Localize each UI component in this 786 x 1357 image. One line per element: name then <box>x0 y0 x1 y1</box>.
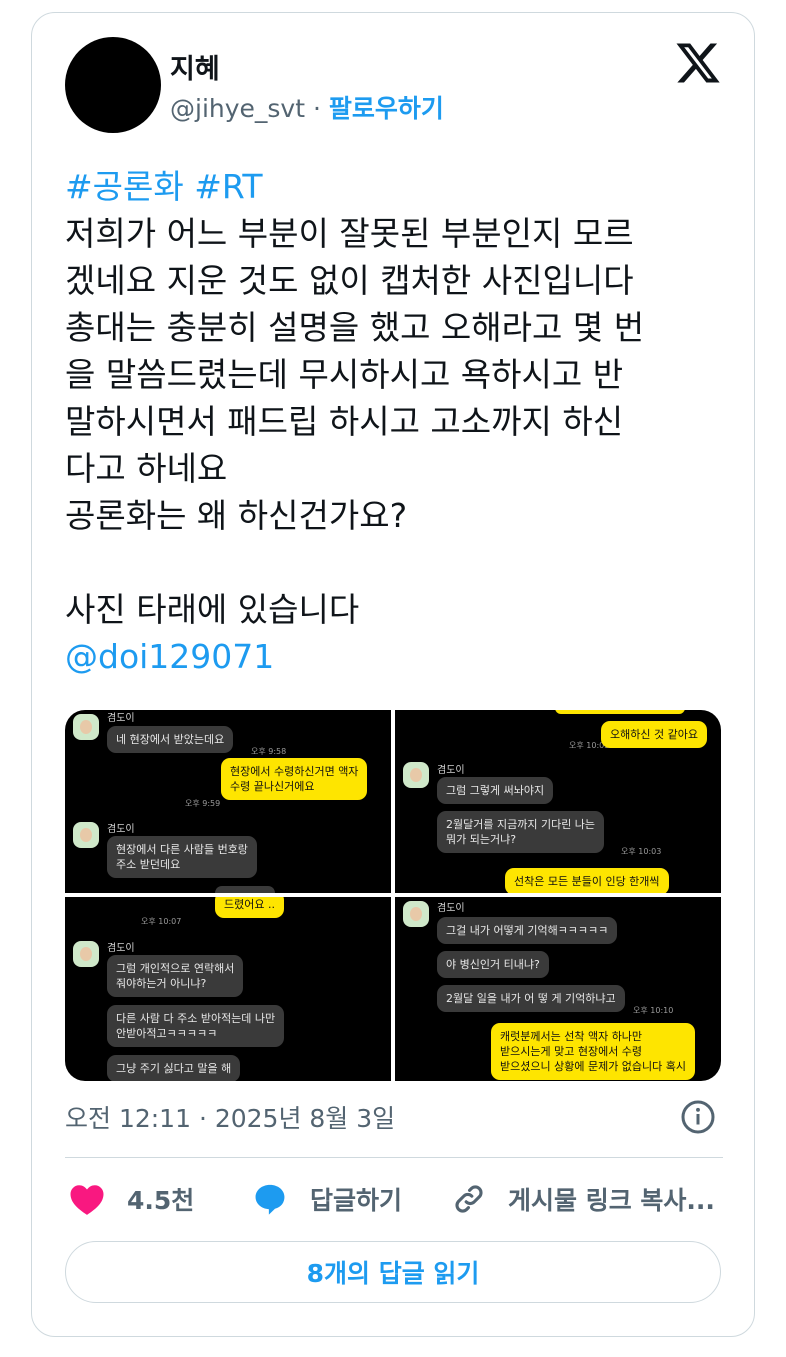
chat-bubble: 2월달 일을 내가 어 떻 게 기억하냐고 <box>437 985 625 1012</box>
x-logo-icon[interactable] <box>674 39 722 87</box>
bubble-line: 주소 받던데요 <box>116 858 181 871</box>
tweet-line: 총대는 충분히 설명을 했고 오해라고 몇 번 <box>65 308 645 347</box>
bubble-line: 뭐가 되는거냐? <box>446 833 517 846</box>
hashtags[interactable]: #공론화 #RT <box>65 163 725 210</box>
author-handle[interactable]: @jihye_svt <box>170 94 305 123</box>
divider <box>65 1157 723 1158</box>
tweet-text: #공론화 #RT 저희가 어느 부분이 잘못된 부분인지 모르 겠네요 지운 것… <box>65 163 725 680</box>
chat-bubble-mine: 캐럿분께서는 선착 액자 하나만 받으시는게 맞고 현장에서 수령 받으셨으니 … <box>491 1023 696 1080</box>
chat-bubble: 그럼 개인적으로 연락해서 줘야하는거 아니냐? <box>107 955 244 997</box>
chat-bubble-mine: 현장에서 수령하신거면 액자 수령 끝나신거에요 <box>221 758 368 800</box>
reply-label: 답글하기 <box>310 1186 403 1215</box>
chat-bubble: 네 현장에서 받았는데요 <box>107 726 234 753</box>
profile-picture <box>403 901 429 927</box>
chat-bubble-mine: 드렸어요 .. <box>215 897 284 918</box>
mention-link[interactable]: @doi129071 <box>65 633 725 680</box>
reply-button[interactable]: 답글하기 <box>252 1179 402 1219</box>
chat-time: 오후 9:59 <box>185 799 221 808</box>
chat-bubble: 야 병신인거 티내냐? <box>437 951 549 978</box>
chat-time: 오후 10:03 <box>621 847 662 856</box>
tweet-line: 다고 하네요 <box>65 449 228 488</box>
chat-time: 오후 10:10 <box>633 1006 674 1015</box>
chat-bubble: 그걸 내가 어떻게 기억해ㅋㅋㅋㅋㅋ <box>437 917 618 944</box>
copy-link-label: 게시물 링크 복사... <box>508 1186 715 1215</box>
author-handle-row: @jihye_svt · 팔로우하기 <box>170 89 444 125</box>
chat-time: 오후 9:58 <box>251 747 287 756</box>
heart-icon <box>70 1185 104 1215</box>
speech-bubble-icon <box>255 1184 285 1215</box>
chat-screenshot-2[interactable]: 오후 10:03 오해하신 것 같아요 겸도이 그럼 그렇게 써놔야지 2월달거… <box>395 710 721 893</box>
sender-name: 겸도이 <box>437 903 465 914</box>
sender-name: 겸도이 <box>107 713 135 724</box>
sender-name: 겸도이 <box>437 765 465 776</box>
chat-bubble: 그럼 그렇게 써놔야지 <box>437 777 554 804</box>
tweet-card: 지혜 @jihye_svt · 팔로우하기 #공론화 #RT 저희가 어느 부분… <box>31 12 755 1337</box>
bubble-line: 캐럿분께서는 선착 액자 하나만 <box>500 1030 643 1043</box>
author-name[interactable]: 지혜 <box>170 47 220 86</box>
profile-picture <box>403 762 429 788</box>
sender-name: 겸도이 <box>107 943 135 954</box>
bubble-line: 받으셨으니 상황에 문제가 없습니다 혹시 <box>500 1060 687 1073</box>
bubble-line: 받으시는게 맞고 현장에서 수령 <box>500 1045 643 1058</box>
chat-bubble: 다른 사람 다 주소 받아적는데 나만 안받아적고ㅋㅋㅋㅋㅋ <box>107 1005 285 1047</box>
chat-screenshot-4[interactable]: 겸도이 그걸 내가 어떻게 기억해ㅋㅋㅋㅋㅋ 야 병신인거 티내냐? 2월달 일… <box>395 897 721 1081</box>
bubble-line: 안받아적고ㅋㅋㅋㅋㅋ <box>116 1027 218 1040</box>
bubble-line: 현장에서 다른 사람들 번호랑 <box>116 843 248 856</box>
tweet-line: 을 말씀드렸는데 무시하시고 욕하시고 반 <box>65 355 624 394</box>
info-icon[interactable] <box>680 1099 716 1135</box>
profile-picture <box>73 714 99 740</box>
bubble-line: 다른 사람 다 주소 받아적는데 나만 <box>116 1012 276 1025</box>
sender-name: 겸도이 <box>107 824 135 835</box>
copy-link-button[interactable]: 게시물 링크 복사... <box>452 1179 715 1219</box>
like-count: 4.5천 <box>127 1186 195 1215</box>
chat-bubble: 현장에서 다른 사람들 번호랑 주소 받던데요 <box>107 836 257 878</box>
chat-bubble: 2월달거를 지금까지 기다린 나는 뭐가 되는거냐? <box>437 811 605 853</box>
chat-bubble-partial <box>215 886 275 893</box>
profile-picture <box>73 822 99 848</box>
tweet-line: 말하시면서 패드립 하시고 고소까지 하신 <box>65 402 624 441</box>
chat-screenshot-3[interactable]: 드렸어요 .. 오후 10:07 겸도이 그럼 개인적으로 연락해서 줘야하는거… <box>65 897 391 1081</box>
chat-bubble-mine: 오해하신 것 같아요 <box>601 721 707 748</box>
read-replies-button[interactable]: 8개의 답글 읽기 <box>65 1241 721 1303</box>
tweet-line: 겠네요 지운 것도 없이 캡처한 사진입니다 <box>65 261 634 300</box>
chat-screenshot-1[interactable]: 겸도이 네 현장에서 받았는데요 오후 9:58 현장에서 수령하신거면 액자 … <box>65 710 391 893</box>
bubble-line: 그럼 개인적으로 연락해서 <box>116 962 235 975</box>
link-icon <box>455 1185 483 1213</box>
bubble-line: 수령 끝나신거에요 <box>230 780 315 793</box>
chat-bubble-mine: 선착은 모든 분들이 인당 한개씩 <box>505 868 669 893</box>
bubble-line: 2월달거를 지금까지 기다린 나는 <box>446 818 596 831</box>
tweet-line: 저희가 어느 부분이 잘못된 부분인지 모르 <box>65 214 634 253</box>
follow-button[interactable]: 팔로우하기 <box>329 94 444 123</box>
bubble-line: 줘야하는거 아니냐? <box>116 977 207 990</box>
timestamp[interactable]: 오전 12:11 · 2025년 8월 3일 <box>65 1099 395 1135</box>
like-button[interactable]: 4.5천 <box>69 1179 194 1219</box>
avatar[interactable] <box>65 37 161 133</box>
tweet-line: 공론화는 왜 하신건가요? <box>65 496 408 535</box>
bubble-line: 현장에서 수령하신거면 액자 <box>230 765 359 778</box>
chat-bubble: 그냥 주기 싫다고 말을 해 <box>107 1055 241 1081</box>
chat-bubble-partial <box>555 710 685 714</box>
tweet-line: 사진 타래에 있습니다 <box>65 590 360 629</box>
media-grid: 겸도이 네 현장에서 받았는데요 오후 9:58 현장에서 수령하신거면 액자 … <box>65 710 721 1081</box>
profile-picture <box>73 941 99 967</box>
chat-time: 오후 10:07 <box>141 917 182 926</box>
handle-separator: · <box>313 94 321 123</box>
